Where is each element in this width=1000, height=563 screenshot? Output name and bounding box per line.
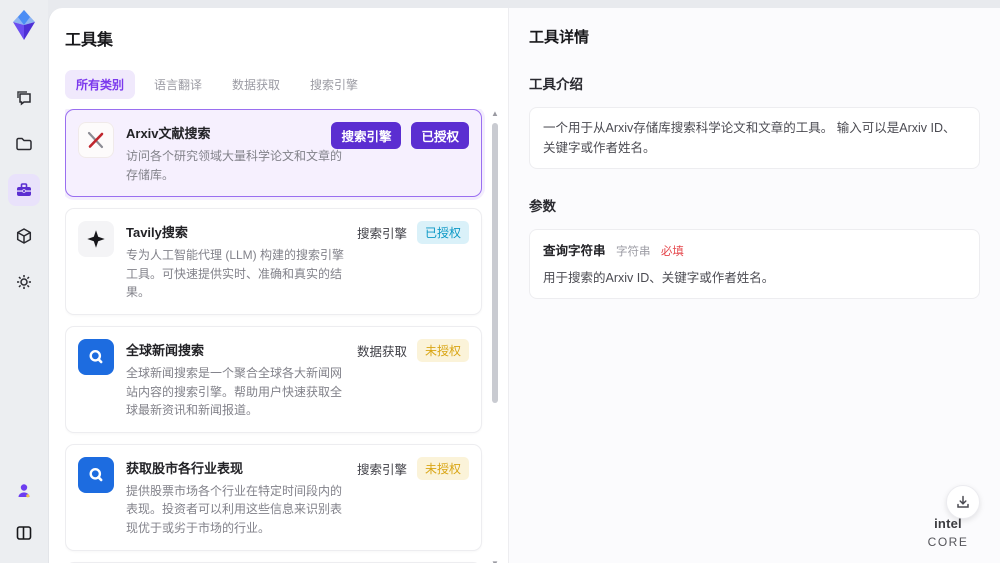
intro-text: 一个用于从Arxiv存储库搜索科学论文和文章的工具。 输入可以是Arxiv ID… — [543, 121, 956, 155]
scrollbar-down-arrow[interactable]: ▼ — [490, 559, 500, 563]
parameter-type: 字符串 — [615, 246, 651, 258]
tavily-star-icon — [78, 221, 114, 258]
tool-card-sector-performance[interactable]: 获取股市各行业表现 提供股票市场各个行业在特定时间段内的表现。投资者可以利用这些… — [65, 443, 482, 551]
tab-all-categories[interactable]: 所有类别 — [65, 70, 136, 99]
scrollbar-thumb[interactable] — [492, 123, 498, 403]
intro-heading: 工具介绍 — [529, 77, 583, 92]
user-avatar-icon[interactable] — [8, 475, 40, 507]
tool-description: 提供股票市场各个行业在特定时间段内的表现。投资者可以利用这些信息来识别表现优于或… — [126, 483, 343, 535]
category-badge: 搜索引擎 — [331, 122, 402, 149]
details-title: 工具详情 — [529, 29, 590, 46]
status-badge: 未授权 — [416, 456, 469, 480]
tool-card-global-news[interactable]: 全球新闻搜索 全球新闻搜索是一个聚合全球各大新闻网站内容的搜索引擎。帮助用户快速… — [65, 325, 482, 433]
toolbox-icon[interactable] — [8, 174, 40, 206]
parameter-description: 用于搜索的Arxiv ID、关键字或作者姓名。 — [543, 271, 775, 285]
tool-name: 全球新闻搜索 — [126, 342, 205, 358]
status-badge: 已授权 — [411, 122, 469, 149]
parameter-required-label: 必填 — [660, 246, 684, 258]
core-wordmark: CORE — [927, 535, 969, 549]
params-heading: 参数 — [529, 199, 556, 214]
news-search-icon — [78, 456, 114, 493]
sidebar-bottom — [0, 475, 48, 549]
tool-description: 访问各个研究领域大量科学论文和文章的存储库。 — [126, 149, 343, 182]
parameter-name: 查询字符串 — [543, 244, 606, 258]
panel-toggle-icon[interactable] — [8, 517, 40, 549]
tools-list-pane: 工具集 所有类别 语言翻译 数据获取 搜索引擎 Arxiv文献搜索 访问各个研究… — [49, 8, 508, 563]
category-label: 搜索引擎 — [356, 462, 407, 477]
package-icon[interactable] — [8, 220, 40, 252]
tab-data-fetch[interactable]: 数据获取 — [221, 70, 291, 99]
tools-list: Arxiv文献搜索 访问各个研究领域大量科学论文和文章的存储库。 搜索引擎 已授… — [65, 109, 508, 563]
tool-description: 全球新闻搜索是一个聚合全球各大新闻网站内容的搜索引擎。帮助用户快速获取全球最新资… — [126, 365, 343, 418]
page-title: 工具集 — [65, 32, 114, 49]
folder-icon[interactable] — [8, 128, 40, 160]
sidebar — [0, 0, 48, 563]
category-label: 数据获取 — [356, 344, 407, 359]
app-window: 工具集 所有类别 语言翻译 数据获取 搜索引擎 Arxiv文献搜索 访问各个研究… — [0, 0, 1000, 563]
tool-name: Arxiv文献搜索 — [126, 126, 211, 141]
news-search-icon — [78, 338, 114, 375]
arxiv-icon — [78, 122, 114, 158]
chat-icon[interactable] — [8, 82, 40, 114]
status-badge: 未授权 — [416, 338, 469, 362]
scrollbar-up-arrow[interactable]: ▲ — [490, 109, 500, 119]
tool-card-tavily[interactable]: Tavily搜索 专为人工智能代理 (LLM) 构建的搜索引擎工具。可快速提供实… — [65, 208, 482, 315]
main-content: 工具集 所有类别 语言翻译 数据获取 搜索引擎 Arxiv文献搜索 访问各个研究… — [48, 8, 1000, 563]
intel-wordmark: intel — [934, 516, 962, 531]
tool-name: Tavily搜索 — [126, 225, 188, 241]
parameter-box: 查询字符串 字符串 必填 用于搜索的Arxiv ID、关键字或作者姓名。 — [529, 229, 980, 299]
settings-gear-icon[interactable] — [8, 266, 40, 298]
tool-description: 专为人工智能代理 (LLM) 构建的搜索引擎工具。可快速提供实时、准确和真实的结… — [126, 248, 345, 300]
app-logo-icon — [7, 8, 41, 42]
category-label: 搜索引擎 — [356, 227, 407, 242]
tab-language-translation[interactable]: 语言翻译 — [143, 70, 213, 99]
category-tabs: 所有类别 语言翻译 数据获取 搜索引擎 — [65, 70, 508, 99]
sidebar-nav — [8, 82, 40, 298]
status-badge: 已授权 — [416, 221, 469, 245]
tool-card-arxiv[interactable]: Arxiv文献搜索 访问各个研究领域大量科学论文和文章的存储库。 搜索引擎 已授… — [65, 109, 482, 198]
download-button[interactable] — [946, 485, 980, 519]
intel-core-logo: intel CORE — [912, 515, 984, 551]
intro-box: 一个用于从Arxiv存储库搜索科学论文和文章的工具。 输入可以是Arxiv ID… — [529, 107, 980, 169]
list-scrollbar[interactable]: ▲ ▼ — [490, 109, 500, 563]
tab-search-engine[interactable]: 搜索引擎 — [299, 70, 369, 99]
tool-name: 获取股市各行业表现 — [126, 460, 244, 476]
tool-details-pane: 工具详情 工具介绍 一个用于从Arxiv存储库搜索科学论文和文章的工具。 输入可… — [508, 8, 1000, 563]
